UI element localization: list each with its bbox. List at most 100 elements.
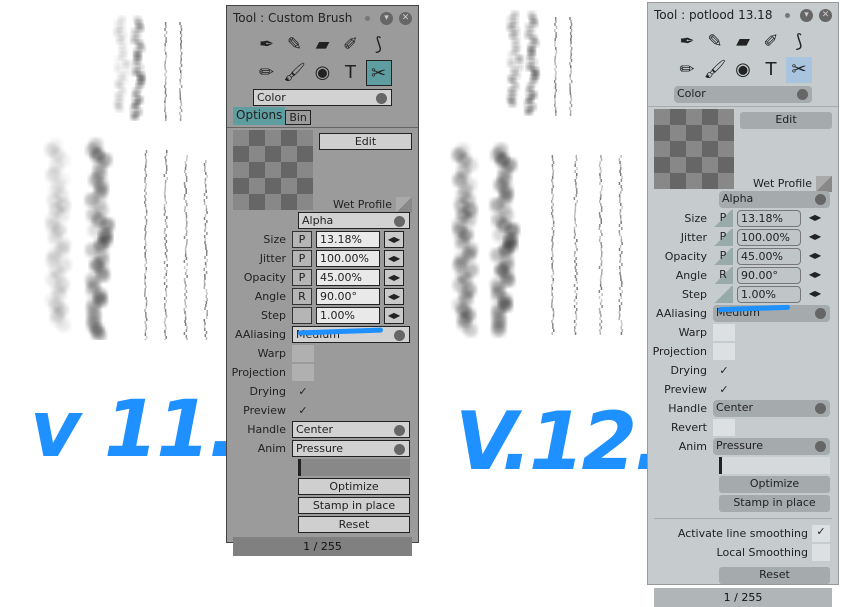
stamp-in-place-button[interactable]: Stamp in place — [298, 497, 410, 514]
airbrush-icon[interactable]: ⟆ — [366, 32, 392, 58]
angle-input[interactable]: 90.00° — [737, 267, 801, 284]
pencil-squiggle-icon[interactable]: ✏ — [674, 57, 700, 83]
step-mode-button[interactable] — [292, 307, 312, 324]
jitter-stepper-icon[interactable]: ◀▶ — [805, 229, 825, 246]
text-icon[interactable]: T — [338, 60, 364, 86]
step-stepper-icon[interactable]: ◀▶ — [384, 307, 404, 324]
pin-icon[interactable] — [785, 12, 790, 18]
water-drop-icon[interactable]: ◉ — [730, 57, 756, 83]
mode-dropdown[interactable]: Color — [253, 89, 392, 106]
warp-checkbox[interactable] — [713, 324, 735, 341]
tab-bin[interactable]: Bin — [285, 110, 311, 125]
step-input[interactable]: 1.00% — [316, 307, 380, 324]
jitter-input[interactable]: 100.00% — [316, 250, 380, 267]
step-mode-button[interactable] — [713, 286, 733, 303]
pencil-squiggle-icon[interactable]: ✏ — [254, 60, 280, 86]
collapse-icon[interactable]: ▾ — [380, 11, 393, 25]
anim-dropdown[interactable]: Pressure — [292, 440, 410, 457]
angle-mode-button[interactable]: R — [292, 288, 312, 305]
size-mode-button[interactable]: P — [713, 210, 733, 227]
angle-input[interactable]: 90.00° — [316, 288, 380, 305]
angle-mode-button[interactable]: R — [713, 267, 733, 284]
paintbrush-icon[interactable]: 🖌 — [282, 60, 308, 86]
profile-dropdown[interactable]: Alpha — [719, 191, 830, 208]
water-drop-icon[interactable]: ◉ — [310, 60, 336, 86]
preview-checkbox[interactable]: ✓ — [292, 404, 314, 417]
custom-brush-icon[interactable]: ✂ — [365, 60, 392, 86]
step-stepper-icon[interactable]: ◀▶ — [805, 286, 825, 303]
preview-checkbox[interactable]: ✓ — [713, 383, 735, 396]
size-stepper-icon[interactable]: ◀▶ — [805, 210, 825, 227]
step-input[interactable]: 1.00% — [737, 286, 801, 303]
profile-dropdown[interactable]: Alpha — [298, 212, 410, 229]
tab-options[interactable]: Options — [233, 107, 286, 125]
local-smoothing-checkbox[interactable] — [812, 544, 830, 561]
jitter-input[interactable]: 100.00% — [737, 229, 801, 246]
custom-brush-icon[interactable]: ✂ — [786, 57, 812, 83]
paintbrush-icon[interactable]: 🖌 — [702, 57, 728, 83]
close-icon[interactable]: ✕ — [819, 8, 832, 22]
size-input[interactable]: 13.18% — [737, 210, 801, 227]
optimize-button[interactable]: Optimize — [298, 478, 410, 495]
anim-progress-bar[interactable] — [298, 459, 410, 476]
jitter-mode-button[interactable]: P — [292, 250, 312, 267]
revert-checkbox[interactable] — [713, 419, 735, 436]
reset-button[interactable]: Reset — [298, 516, 410, 533]
mode-dropdown[interactable]: Color — [674, 86, 812, 103]
pen-icon[interactable]: ✒ — [254, 32, 280, 58]
marker-icon[interactable]: ✎ — [282, 32, 308, 58]
warp-checkbox[interactable] — [292, 345, 314, 362]
drying-label: Drying — [249, 385, 286, 398]
opacity-stepper-icon[interactable]: ◀▶ — [805, 248, 825, 265]
text-icon[interactable]: T — [758, 57, 784, 83]
handle-dropdown[interactable]: Center — [713, 400, 830, 417]
size-mode-button[interactable]: P — [292, 231, 312, 248]
eraser-icon[interactable]: ▰ — [310, 32, 336, 58]
collapse-icon[interactable]: ▾ — [800, 8, 813, 22]
anim-dropdown[interactable]: Pressure — [713, 438, 830, 455]
opacity-input[interactable]: 45.00% — [737, 248, 801, 265]
edit-button[interactable]: Edit — [740, 112, 832, 129]
drying-label: Drying — [670, 364, 707, 377]
angle-label: Angle — [675, 269, 707, 282]
activate-line-smoothing-checkbox[interactable]: ✓ — [812, 525, 830, 542]
aaliasing-label: AAliasing — [235, 328, 286, 341]
marker-icon[interactable]: ✎ — [702, 29, 728, 55]
pen-icon[interactable]: ✒ — [674, 29, 700, 55]
drying-checkbox[interactable]: ✓ — [713, 364, 735, 377]
jitter-label: Jitter — [680, 231, 707, 244]
drying-checkbox[interactable]: ✓ — [292, 385, 314, 398]
opacity-input[interactable]: 45.00% — [316, 269, 380, 286]
brush-tip-icon[interactable]: ✐ — [338, 32, 364, 58]
jitter-stepper-icon[interactable]: ◀▶ — [384, 250, 404, 267]
opacity-mode-button[interactable]: P — [713, 248, 733, 265]
edit-button[interactable]: Edit — [319, 133, 412, 150]
size-stepper-icon[interactable]: ◀▶ — [384, 231, 404, 248]
panel-title-bar[interactable]: Tool : Custom Brush ▾ ✕ — [227, 6, 418, 30]
projection-checkbox[interactable] — [713, 343, 735, 360]
size-label: Size — [263, 233, 286, 246]
stamp-in-place-button[interactable]: Stamp in place — [719, 495, 830, 512]
size-row: Size P 13.18% ◀▶ — [648, 209, 838, 228]
angle-stepper-icon[interactable]: ◀▶ — [384, 288, 404, 305]
warp-label: Warp — [257, 347, 286, 360]
panel-title-bar[interactable]: Tool : potlood 13.18 ▾ ✕ — [648, 3, 838, 27]
projection-checkbox[interactable] — [292, 364, 314, 381]
reset-button[interactable]: Reset — [719, 567, 830, 584]
opacity-stepper-icon[interactable]: ◀▶ — [384, 269, 404, 286]
pin-icon[interactable] — [365, 15, 370, 21]
brush-tip-icon[interactable]: ✐ — [758, 29, 784, 55]
optimize-button[interactable]: Optimize — [719, 476, 830, 493]
eraser-icon[interactable]: ▰ — [730, 29, 756, 55]
handle-dropdown[interactable]: Center — [292, 421, 410, 438]
size-input[interactable]: 13.18% — [316, 231, 380, 248]
opacity-mode-button[interactable]: P — [292, 269, 312, 286]
anim-progress-bar[interactable] — [719, 457, 830, 474]
angle-stepper-icon[interactable]: ◀▶ — [805, 267, 825, 284]
airbrush-icon[interactable]: ⟆ — [786, 29, 812, 55]
close-icon[interactable]: ✕ — [399, 11, 412, 25]
brush-preview[interactable] — [654, 109, 734, 189]
jitter-row: Jitter P 100.00% ◀▶ — [227, 249, 418, 268]
jitter-mode-button[interactable]: P — [713, 229, 733, 246]
brush-preview[interactable] — [233, 130, 313, 210]
